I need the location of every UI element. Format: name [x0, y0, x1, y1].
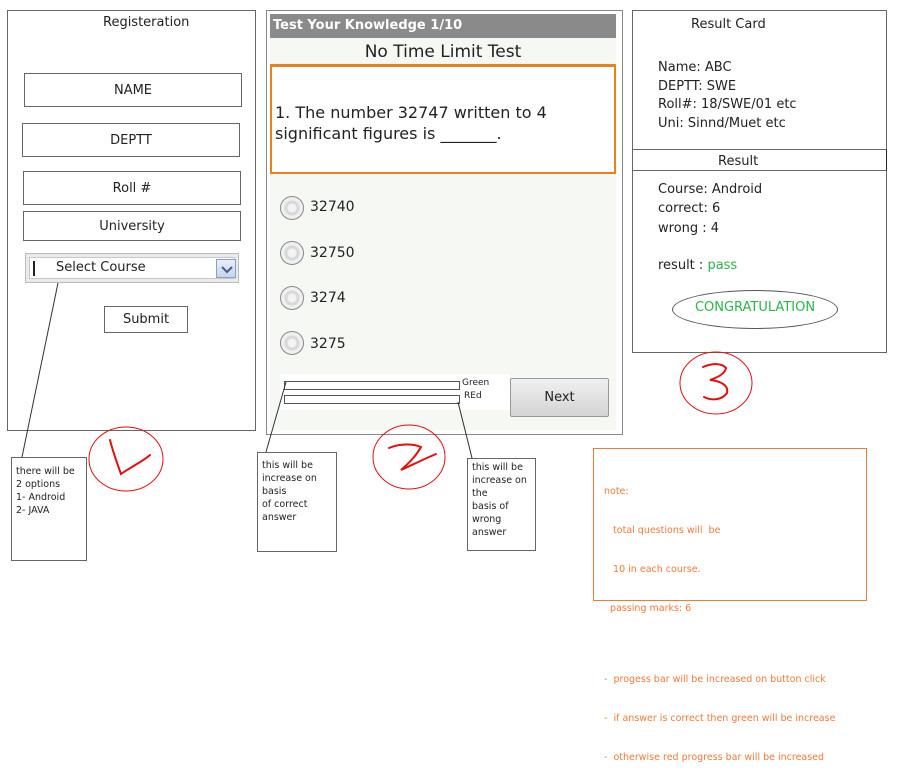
question-text-line2: significant figures is _______. [275, 124, 502, 143]
general-note-line: - progess bar will be increased on butto… [604, 674, 826, 685]
general-note: note: total questions will be 10 in each… [593, 448, 867, 763]
option-label-1: 32740 [310, 199, 355, 215]
deptt-field[interactable]: DEPTT [22, 123, 240, 157]
green-note-line: increase on basis [262, 473, 317, 497]
result-roll: Roll#: 18/SWE/01 etc [658, 97, 797, 112]
result-name: Name: ABC [658, 60, 732, 75]
university-field[interactable]: University [23, 211, 241, 241]
result-card-title: Result Card [691, 17, 766, 32]
course-note-line: 2 options [16, 479, 61, 490]
result-status-prefix: result : [658, 258, 708, 273]
course-note-line: there will be [16, 466, 75, 477]
result-status-value: pass [707, 258, 738, 273]
handwritten-1 [109, 439, 151, 476]
general-note-line: note: [604, 486, 629, 497]
red-note-line: answer [472, 527, 507, 538]
roll-field[interactable]: Roll # [23, 171, 241, 205]
handwritten-3 [702, 363, 729, 401]
result-correct: correct: 6 [658, 201, 721, 216]
option-radio-1[interactable] [280, 196, 304, 220]
general-note-line: total questions will be [604, 525, 721, 536]
result-course: Course: Android [658, 182, 763, 197]
result-header-title: Result [718, 154, 759, 169]
course-select-label: Select Course [56, 260, 146, 275]
course-select[interactable]: Select Course [25, 253, 239, 283]
green-bar-note: this will be increase on basis of correc… [257, 452, 337, 552]
red-progress-label: REd [464, 391, 482, 401]
chevron-down-icon[interactable] [216, 259, 236, 278]
quiz-header-title: Test Your Knowledge 1/10 [273, 18, 463, 33]
red-bar-note: this will be increase on the basis of wr… [467, 458, 536, 551]
option-radio-4[interactable] [280, 331, 304, 355]
option-radio-3[interactable] [280, 286, 304, 310]
result-deptt: DEPTT: SWE [658, 79, 737, 94]
submit-button[interactable]: Submit [104, 306, 188, 333]
general-note-line: passing marks: 6 [604, 603, 692, 614]
green-note-line: this will be [262, 460, 313, 471]
marker-circle-1 [88, 426, 164, 492]
registration-title: Registeration [103, 15, 190, 30]
text-cursor [33, 261, 35, 276]
result-wrong: wrong : 4 [658, 221, 720, 236]
marker-circle-3 [679, 351, 753, 415]
red-note-line: this will be [472, 462, 523, 473]
green-progress-label: Green [462, 378, 490, 388]
question-text-line1: 1. The number 32747 written to 4 [275, 103, 547, 122]
result-uni: Uni: Sinnd/Muet etc [658, 116, 786, 131]
option-label-3: 3274 [310, 290, 346, 306]
course-options-note: there will be 2 options 1- Android 2- JA… [11, 457, 87, 561]
name-field[interactable]: NAME [24, 73, 242, 107]
option-label-4: 3275 [310, 336, 346, 352]
option-radio-2[interactable] [280, 241, 304, 265]
red-progress-bar [284, 395, 460, 404]
result-status: result : pass [658, 258, 737, 273]
red-note-line: basis of wrong [472, 501, 509, 525]
congratulation-text: CONGRATULATION [694, 300, 816, 315]
course-note-line: 1- Android [16, 492, 66, 503]
red-note-line: increase on the [472, 475, 527, 499]
option-label-2: 32750 [310, 245, 355, 261]
green-note-line: of correct answer [262, 499, 308, 523]
green-progress-bar [284, 381, 460, 390]
result-header-bar [632, 149, 887, 171]
quiz-subtitle: No Time Limit Test [364, 42, 522, 62]
general-note-line [604, 641, 856, 647]
handwritten-2 [388, 443, 437, 471]
course-note-line: 2- JAVA [16, 505, 50, 516]
next-button[interactable]: Next [510, 378, 609, 417]
general-note-line: 10 in each course. [604, 564, 701, 575]
general-note-line: - otherwise red progress bar will be inc… [604, 752, 825, 763]
